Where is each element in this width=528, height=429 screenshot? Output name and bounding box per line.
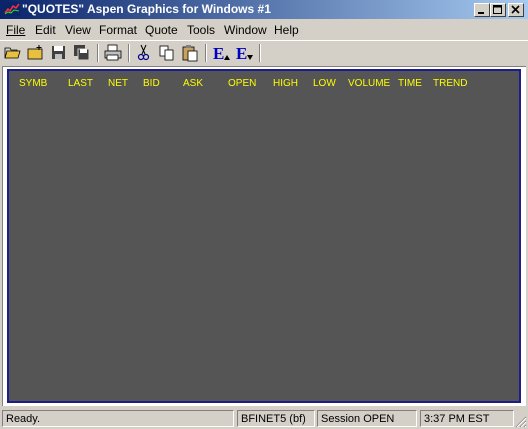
column-header-low[interactable]: LOW bbox=[313, 78, 336, 89]
column-header-last[interactable]: LAST bbox=[68, 78, 93, 89]
status-message: Ready. bbox=[2, 410, 234, 427]
window-title: "QUOTES" Aspen Graphics for Windows #1 bbox=[22, 2, 271, 16]
menu-view-label: View bbox=[65, 23, 91, 37]
toolbar-separator bbox=[205, 44, 207, 62]
column-header-net[interactable]: NET bbox=[108, 78, 128, 89]
menu-quote-label: Quote bbox=[145, 23, 178, 37]
close-button[interactable] bbox=[508, 3, 524, 17]
app-window: "QUOTES" Aspen Graphics for Windows #1 F… bbox=[0, 0, 528, 429]
status-feed: BFINET5 (bf) bbox=[237, 410, 315, 427]
aspen-app-icon[interactable] bbox=[4, 2, 20, 16]
close-icon bbox=[511, 5, 520, 14]
quotes-page[interactable]: SYMB LAST NET BID ASK OPEN HIGH LOW VOLU… bbox=[7, 69, 521, 403]
maximize-button[interactable] bbox=[490, 3, 506, 17]
column-header-volume[interactable]: VOLUME bbox=[348, 78, 390, 89]
column-header-time[interactable]: TIME bbox=[398, 78, 422, 89]
menu-window[interactable]: Window bbox=[224, 23, 267, 37]
menu-help[interactable]: Help bbox=[274, 23, 299, 37]
minimize-icon bbox=[478, 12, 484, 14]
toolbar: E E bbox=[0, 40, 528, 65]
column-header-symb[interactable]: SYMB bbox=[19, 78, 47, 89]
toolbar-separator bbox=[97, 44, 99, 62]
open-button[interactable] bbox=[3, 43, 23, 63]
menu-format-label: Format bbox=[99, 23, 138, 37]
column-header-bid[interactable]: BID bbox=[143, 78, 160, 89]
new-folder-icon bbox=[27, 45, 43, 60]
print-icon bbox=[104, 44, 122, 61]
toolbar-separator bbox=[259, 44, 261, 62]
save-all-button[interactable] bbox=[72, 43, 92, 63]
minimize-button[interactable] bbox=[474, 3, 490, 17]
new-folder-button[interactable] bbox=[26, 43, 46, 63]
column-header-trend[interactable]: TREND bbox=[433, 78, 467, 89]
menu-format[interactable]: Format bbox=[99, 23, 137, 37]
save-button[interactable] bbox=[49, 43, 69, 63]
status-session: Session OPEN bbox=[317, 410, 417, 427]
print-button[interactable] bbox=[103, 43, 123, 63]
menu-edit-label: Edit bbox=[35, 23, 56, 37]
column-header-high[interactable]: HIGH bbox=[273, 78, 298, 89]
menu-file-label: File bbox=[6, 23, 26, 37]
save-all-icon bbox=[74, 45, 90, 61]
toolbar-separator bbox=[128, 44, 130, 62]
maximize-icon bbox=[493, 5, 502, 14]
menu-file[interactable]: File bbox=[6, 23, 25, 37]
formula-down-button[interactable]: E bbox=[234, 43, 254, 63]
status-bar: Ready. BFINET5 (bf) Session OPEN 3:37 PM… bbox=[0, 408, 528, 429]
menu-window-label: Window bbox=[224, 23, 267, 37]
menu-quote[interactable]: Quote bbox=[145, 23, 178, 37]
menu-edit[interactable]: Edit bbox=[35, 23, 56, 37]
column-header-ask[interactable]: ASK bbox=[183, 78, 203, 89]
formula-down-glyph: E bbox=[236, 44, 247, 63]
resize-grip-icon[interactable] bbox=[515, 416, 527, 428]
menu-help-label: Help bbox=[274, 23, 299, 37]
menu-view[interactable]: View bbox=[65, 23, 91, 37]
menu-bar: File Edit View Format Quote Tools Window… bbox=[0, 20, 528, 39]
formula-down-icon: E bbox=[236, 44, 253, 63]
menu-tools[interactable]: Tools bbox=[187, 23, 215, 37]
mdi-client-area: SYMB LAST NET BID ASK OPEN HIGH LOW VOLU… bbox=[2, 66, 526, 406]
paste-icon bbox=[182, 45, 198, 62]
copy-icon bbox=[159, 45, 174, 61]
cut-icon bbox=[137, 44, 150, 61]
paste-button[interactable] bbox=[180, 43, 200, 63]
open-folder-icon bbox=[4, 47, 21, 59]
formula-up-glyph: E bbox=[213, 44, 224, 63]
title-bar[interactable]: "QUOTES" Aspen Graphics for Windows #1 bbox=[0, 0, 528, 19]
menu-tools-label: Tools bbox=[187, 23, 216, 37]
copy-button[interactable] bbox=[157, 43, 177, 63]
status-time: 3:37 PM EST bbox=[420, 410, 514, 427]
save-icon bbox=[52, 46, 65, 59]
column-header-open[interactable]: OPEN bbox=[228, 78, 256, 89]
cut-button[interactable] bbox=[134, 43, 154, 63]
formula-up-button[interactable]: E bbox=[211, 43, 231, 63]
formula-up-icon: E bbox=[213, 44, 230, 63]
